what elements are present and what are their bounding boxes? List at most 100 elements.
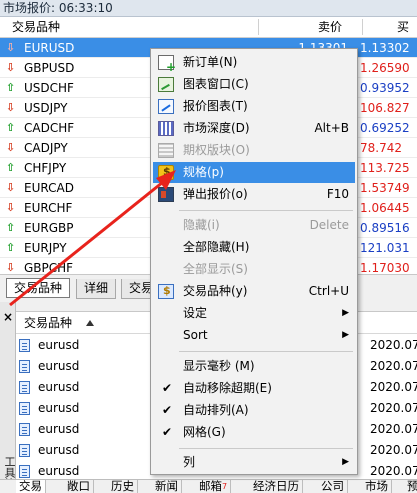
tab-details[interactable]: 详细 [76,279,117,299]
document-icon [19,360,30,373]
document-icon [19,423,30,436]
menu-item-label: Sort [183,328,208,342]
symbol-name: GBPUSD [24,61,75,75]
column-bid[interactable]: 卖价 [318,17,342,37]
menu-separator [179,351,353,352]
menu-item-show-milliseconds[interactable]: 显示毫秒 (M) [153,356,355,377]
menu-item-label: 期权版块(O) [183,143,250,157]
menu-item-sort[interactable]: Sort ▶ [153,325,355,346]
menu-item-popup-prices[interactable]: 弹出报价(o) F10 [153,184,355,205]
price-down-icon: ⇩ [6,261,16,274]
symbol-name: CADJPY [24,141,68,155]
item-date: 2020.07 [370,422,417,436]
price-up-icon: ⇧ [6,81,16,94]
checkmark-icon: ✔ [162,425,173,439]
menu-item-show-all[interactable]: 全部显示(S) [153,259,355,280]
symbol-name: CADCHF [24,121,75,135]
price-down-icon: ⇩ [6,41,16,54]
symbols-icon [158,284,174,299]
toolbox-sidebar: × [0,302,16,479]
column-symbol[interactable]: 交易品种 [12,17,60,37]
tab-exposure[interactable]: 敞口 [64,480,94,493]
menu-item-hide-all[interactable]: 全部隐藏(H) [153,237,355,258]
checkmark-icon: ✔ [162,381,173,395]
menu-item-options-board[interactable]: 期权版块(O) [153,140,355,161]
column-symbol[interactable]: 交易品种 [24,312,72,334]
menu-item-symbols[interactable]: 交易品种(y) Ctrl+U [153,281,355,302]
item-date: 2020.07 [370,359,417,373]
menu-item-label: 交易品种(y) [183,284,248,298]
ask-price: 1.26590 [360,61,410,75]
tab-market[interactable]: 市场 [362,480,392,493]
menu-item-columns[interactable]: 列 ▶ [153,452,355,473]
depth-of-market-icon [158,121,174,136]
menu-item-label: 报价图表(T) [183,99,248,113]
menu-item-grid[interactable]: ✔ 网格(G) [153,422,355,443]
menu-item-tick-chart[interactable]: 报价图表(T) [153,96,355,117]
price-down-icon: ⇩ [6,201,16,214]
menu-item-label: 规格(p) [183,165,224,179]
submenu-arrow-icon: ▶ [342,457,349,467]
price-up-icon: ⇧ [6,161,16,174]
price-down-icon: ⇩ [6,101,16,114]
close-icon[interactable]: × [3,311,13,323]
tab-symbols[interactable]: 交易品种 [6,278,71,298]
menu-item-chart-window[interactable]: 图表窗口(C) [153,74,355,95]
item-name: eurusd [38,443,80,457]
symbol-name: GBPCHF [24,261,74,274]
submenu-arrow-icon: ▶ [342,308,349,318]
item-date: 2020.07 [370,380,417,394]
menu-item-settings[interactable]: 设定 ▶ [153,303,355,324]
menu-item-auto-arrange[interactable]: ✔ 自动排列(A) [153,400,355,421]
menu-item-new-order[interactable]: 新订单(N) [153,52,355,74]
menu-item-depth-of-market[interactable]: 市场深度(D) Alt+B [153,118,355,139]
toolbox-tabs: 交易 敞口 历史 新闻 邮箱7 经济日历 公司 市场 预 [0,479,417,493]
ask-price: 1.17030 [360,261,410,274]
price-down-icon: ⇩ [6,61,16,74]
menu-item-label: 市场深度(D) [183,121,250,135]
tab-company[interactable]: 公司 [318,480,348,493]
symbol-name: EURCAD [24,181,74,195]
document-icon [19,339,30,352]
menu-item-auto-remove-expired[interactable]: ✔ 自动移除超期(E) [153,378,355,399]
shortcut: Delete [309,218,349,232]
ask-price: 1.06445 [360,201,410,215]
ask-price: 0.93952 [360,81,410,95]
document-icon [19,444,30,457]
price-up-icon: ⇧ [6,241,16,254]
price-down-icon: ⇩ [6,141,16,154]
item-name: eurusd [38,380,80,394]
item-name: eurusd [38,401,80,415]
menu-item-label: 全部显示(S) [183,262,248,276]
shortcut: Ctrl+U [308,284,349,298]
menu-item-label: 网格(G) [183,425,226,439]
tab-more[interactable]: 预 [404,480,417,493]
tab-mailbox[interactable]: 邮箱7 [196,480,232,493]
specification-icon [158,165,174,180]
menu-item-label: 弹出报价(o) [183,187,248,201]
symbol-name: USDCHF [24,81,74,95]
tab-news[interactable]: 新闻 [152,480,182,493]
tick-chart-icon [158,99,174,114]
menu-separator [179,448,353,449]
ask-price: 121.031 [360,241,410,255]
menu-item-specification[interactable]: 规格(p) [153,162,355,183]
price-down-icon: ⇩ [6,181,16,194]
menu-item-label: 自动移除超期(E) [183,381,272,395]
options-board-icon [158,143,174,158]
column-divider[interactable] [362,19,363,35]
column-divider[interactable] [258,19,259,35]
tab-trade[interactable]: 交易 [16,480,46,493]
menu-item-hide[interactable]: 隐藏(i) Delete [153,215,355,236]
tab-economic-calendar[interactable]: 经济日历 [250,480,303,493]
document-icon [19,465,30,478]
document-icon [19,381,30,394]
shortcut: F10 [326,187,349,201]
tab-history[interactable]: 历史 [108,480,138,493]
menu-item-label: 显示毫秒 (M) [183,359,255,373]
ask-price: 113.725 [360,161,410,175]
context-menu: 新订单(N) 图表窗口(C) 报价图表(T) 市场深度(D) Alt+B 期权版… [150,48,358,475]
symbol-name: EURGBP [24,221,74,235]
item-name: eurusd [38,338,80,352]
ask-price: 1.13302 [360,41,410,55]
